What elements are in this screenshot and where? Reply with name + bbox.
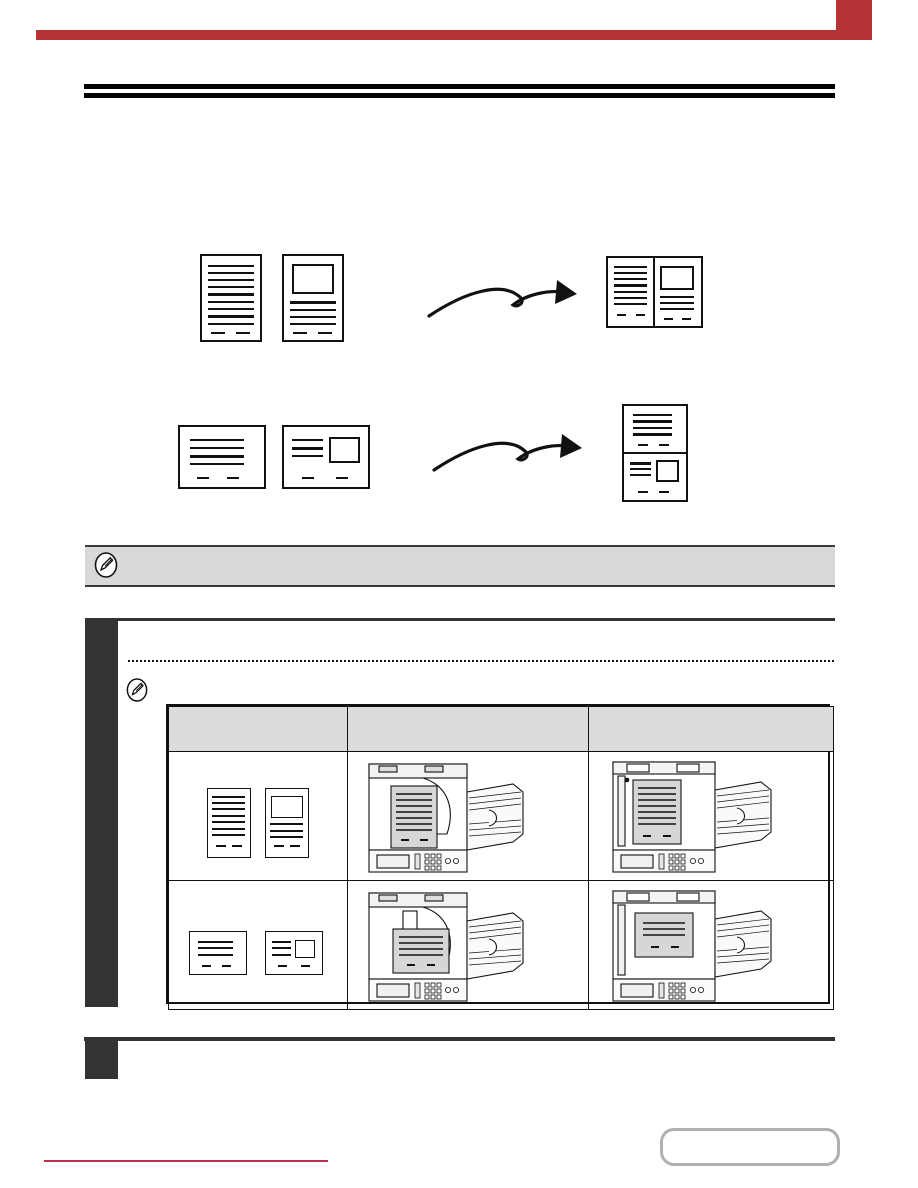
manual-page	[0, 0, 918, 1188]
cell-glass-portrait	[588, 751, 834, 881]
thumb-portrait-text	[207, 788, 251, 858]
chapter-tab[interactable]	[836, 0, 872, 40]
row2-result-doc	[622, 404, 688, 502]
section-rule-lower	[84, 93, 835, 98]
note-bar-top	[85, 545, 835, 587]
footer-red-line	[44, 1160, 328, 1162]
footer-section-rule	[84, 1037, 835, 1041]
row1-transform-arrow	[427, 280, 577, 318]
thumb-portrait-image	[265, 788, 309, 858]
table-header-document-feeder	[347, 706, 589, 752]
cell-feeder-landscape	[347, 880, 589, 1010]
mfp-feeder-landscape-illustration	[368, 892, 524, 1002]
cell-glass-landscape	[588, 880, 834, 1010]
mfp-glass-portrait-illustration	[612, 761, 772, 873]
chapter-tab-label	[836, 0, 872, 40]
row1-result-doc	[606, 256, 703, 328]
page-navigation-label	[663, 1131, 837, 1163]
mfp-feeder-portrait-illustration	[368, 763, 524, 873]
cell-feeder-portrait	[347, 751, 589, 881]
row1-source-doc-1	[200, 254, 262, 342]
table-header-document-glass	[588, 706, 834, 752]
section-heading	[84, 103, 835, 125]
row2-source-doc-1	[178, 425, 266, 489]
pencil-note-icon	[94, 552, 118, 578]
pencil-note-icon	[126, 678, 148, 702]
procedure-top-rule	[85, 618, 835, 621]
mfp-glass-landscape-illustration	[612, 890, 772, 1002]
row2-transform-arrow	[432, 434, 582, 472]
originals-placement-table	[166, 704, 834, 1010]
procedure-side-marker	[85, 618, 118, 1007]
table-row	[168, 880, 834, 1010]
row1-source-doc-2	[282, 254, 344, 342]
page-navigation-button[interactable]	[660, 1128, 840, 1166]
section-body-text	[84, 135, 835, 225]
cell-originals-landscape	[168, 880, 348, 1010]
footer-side-marker	[85, 1037, 118, 1079]
procedure-dotted-separator	[128, 660, 834, 662]
table-row	[168, 751, 834, 881]
table-header-originals	[168, 706, 348, 752]
cell-originals-portrait	[168, 751, 348, 881]
thumb-landscape-text	[189, 931, 247, 975]
header-red-bar	[36, 30, 836, 40]
row2-source-doc-2	[282, 425, 370, 489]
table-header-row	[168, 706, 834, 752]
thumb-landscape-image	[265, 931, 323, 975]
header-title	[48, 6, 828, 26]
section-rule-upper	[84, 84, 835, 89]
